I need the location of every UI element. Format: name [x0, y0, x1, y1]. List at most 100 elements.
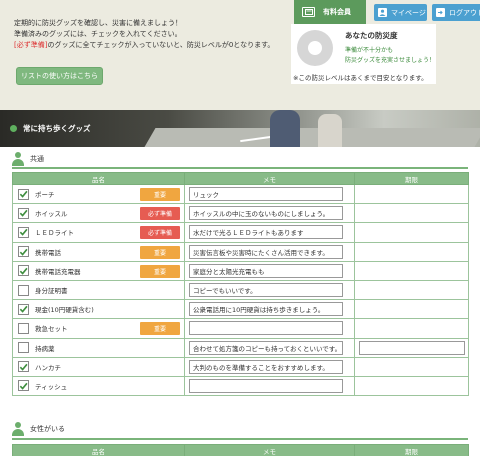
category-banner: 常に持ち歩くグッズ	[0, 110, 480, 147]
logout-label: ログアウト	[449, 8, 480, 17]
memo-input[interactable]	[189, 321, 343, 336]
table-row: ポーチ 重要 リュック	[12, 183, 469, 205]
memo-input[interactable]: コピーでもいいです。	[189, 283, 343, 298]
section-heading-women: 女性がいる	[12, 421, 65, 437]
item-name: 携帯電話充電器	[35, 267, 81, 276]
limit-cell	[354, 356, 469, 377]
item-name-cell: 救急セット 重要	[12, 318, 185, 339]
item-checkbox[interactable]	[18, 361, 29, 373]
item-name-cell: ポーチ 重要	[12, 183, 185, 205]
memo-cell: 家庭分と太陽光充電もも	[184, 260, 355, 281]
must-prepare-badge: 必ず準備	[140, 226, 180, 240]
table-row: 救急セット 重要	[12, 318, 469, 339]
prevention-gauge	[297, 30, 333, 66]
person-icon	[12, 422, 24, 436]
item-checkbox[interactable]	[18, 265, 29, 277]
table-row: 持病薬 合わせて処方箋のコピーも持っておくといいです。	[12, 337, 469, 358]
checkmark-icon	[19, 210, 28, 218]
important-badge: 重要	[140, 322, 180, 336]
section-title: 共通	[30, 155, 44, 163]
table-header-row: 品名 メモ 期限	[12, 172, 469, 185]
checkmark-icon	[19, 267, 28, 275]
limit-cell	[354, 279, 469, 301]
item-name-wrap: 持病薬	[13, 339, 184, 357]
item-checkbox[interactable]	[18, 246, 29, 258]
memo-cell: ホイッスルの中に玉のないものにしましょう。	[184, 203, 355, 224]
intro-line-3-text: のグッズに全てチェックが入っていないと、防災レベルが0となります。	[47, 41, 275, 49]
item-name-wrap: 現金(10円硬貨含む)	[13, 300, 184, 318]
item-name: ホイッスル	[35, 210, 68, 219]
item-checkbox[interactable]	[18, 207, 29, 219]
memo-cell: 水だけで光るＬＥＤライトもあります	[184, 222, 355, 243]
memo-input[interactable]: 水だけで光るＬＥＤライトもあります	[189, 225, 343, 240]
important-badge: 重要	[140, 264, 180, 278]
section-divider	[12, 438, 468, 440]
intro-line-1: 定期的に防災グッズを確認し、災害に備えましょう！	[14, 19, 182, 27]
banner-photo-person-2	[318, 114, 342, 147]
section-title: 女性がいる	[30, 425, 65, 433]
memo-cell: 大判のものを準備することをおすすめします。	[184, 356, 355, 377]
prevention-message-line-1: 準備が不十分かも	[345, 47, 394, 54]
member-card-icon	[302, 7, 315, 17]
item-checkbox[interactable]	[18, 303, 29, 315]
item-name: 携帯電話	[35, 248, 61, 257]
item-checkbox[interactable]	[18, 284, 29, 296]
table-row: ＬＥＤライト 必ず準備 水だけで光るＬＥＤライトもあります	[12, 222, 469, 243]
prevention-level-panel: あなたの防災度 準備が不十分かも 防災グッズを充実させましょう！ ※この防災レベ…	[291, 24, 436, 84]
item-name-cell: 持病薬	[12, 337, 185, 358]
item-checkbox[interactable]	[18, 226, 29, 238]
memo-input[interactable]: 大判のものを準備することをおすすめします。	[189, 359, 343, 374]
paid-member-button[interactable]: 有料会員	[294, 0, 366, 24]
banner-title-text: 常に持ち歩くグッズ	[23, 124, 91, 133]
item-name-cell: ハンカチ	[12, 356, 185, 377]
howto-button[interactable]: リストの使い方はこちら	[16, 67, 103, 85]
prevention-title: あなたの防災度	[345, 31, 398, 40]
memo-input[interactable]: リュック	[189, 187, 343, 202]
item-name-cell: ティッシュ	[12, 375, 185, 397]
paid-member-label: 有料会員	[323, 8, 351, 16]
checkmark-icon	[19, 190, 28, 198]
intro-text: 定期的に防災グッズを確認し、災害に備えましょう！ 準備済みのグッズには、チェック…	[14, 18, 274, 51]
important-badge: 重要	[140, 188, 180, 202]
memo-cell: 公衆電話用に10円硬貨は持ち歩きましょう。	[184, 299, 355, 320]
intro-line-2: 準備済みのグッズには、チェックを入れてください。	[14, 30, 182, 38]
person-icon	[12, 152, 24, 166]
memo-input[interactable]: 公衆電話用に10円硬貨は持ち歩きましょう。	[189, 302, 343, 317]
prevention-message-line-2: 防災グッズを充実させましょう！	[345, 57, 436, 64]
checkmark-icon	[19, 248, 28, 256]
item-name-cell: ＬＥＤライト 必ず準備	[12, 222, 185, 243]
table-header-row: 品名 メモ 期限	[12, 444, 469, 456]
item-checkbox[interactable]	[18, 188, 29, 200]
memo-input[interactable]: 家庭分と太陽光充電もも	[189, 263, 343, 278]
column-header-limit: 期限	[354, 444, 469, 456]
limit-cell	[354, 260, 469, 281]
item-name-cell: ホイッスル 必ず準備	[12, 203, 185, 224]
checkmark-icon	[19, 363, 28, 371]
memo-cell	[184, 318, 355, 339]
item-name: 現金(10円硬貨含む)	[35, 306, 94, 315]
limit-input[interactable]	[359, 340, 465, 355]
memo-input[interactable]	[189, 378, 343, 393]
checkmark-icon	[19, 229, 28, 237]
mypage-button[interactable]: マイページ	[374, 4, 427, 21]
banner-photo-person	[270, 110, 300, 147]
memo-input[interactable]: 合わせて処方箋のコピーも持っておくといいです。	[189, 340, 343, 355]
limit-cell	[354, 183, 469, 205]
logout-button[interactable]: ログアウト	[432, 4, 480, 21]
item-checkbox[interactable]	[18, 322, 29, 334]
item-checkbox[interactable]	[18, 342, 29, 354]
table-row: 携帯電話充電器 重要 家庭分と太陽光充電もも	[12, 260, 469, 281]
memo-input[interactable]: ホイッスルの中に玉のないものにしましょう。	[189, 206, 343, 221]
column-header-memo: メモ	[184, 172, 355, 185]
item-checkbox[interactable]	[18, 380, 29, 392]
memo-cell	[184, 375, 355, 397]
memo-input[interactable]: 災害伝言板や災害時にたくさん活用できます。	[189, 244, 343, 259]
banner-title: 常に持ち歩くグッズ	[0, 110, 91, 147]
memo-cell: 災害伝言板や災害時にたくさん活用できます。	[184, 241, 355, 262]
memo-cell: コピーでもいいです。	[184, 279, 355, 301]
banner-photo-road	[144, 128, 480, 147]
item-name: ティッシュ	[35, 382, 68, 391]
item-name-wrap: 携帯電話 重要	[13, 243, 184, 261]
item-name: ポーチ	[35, 191, 55, 200]
prevention-message: 準備が不十分かも 防災グッズを充実させましょう！	[345, 46, 435, 66]
